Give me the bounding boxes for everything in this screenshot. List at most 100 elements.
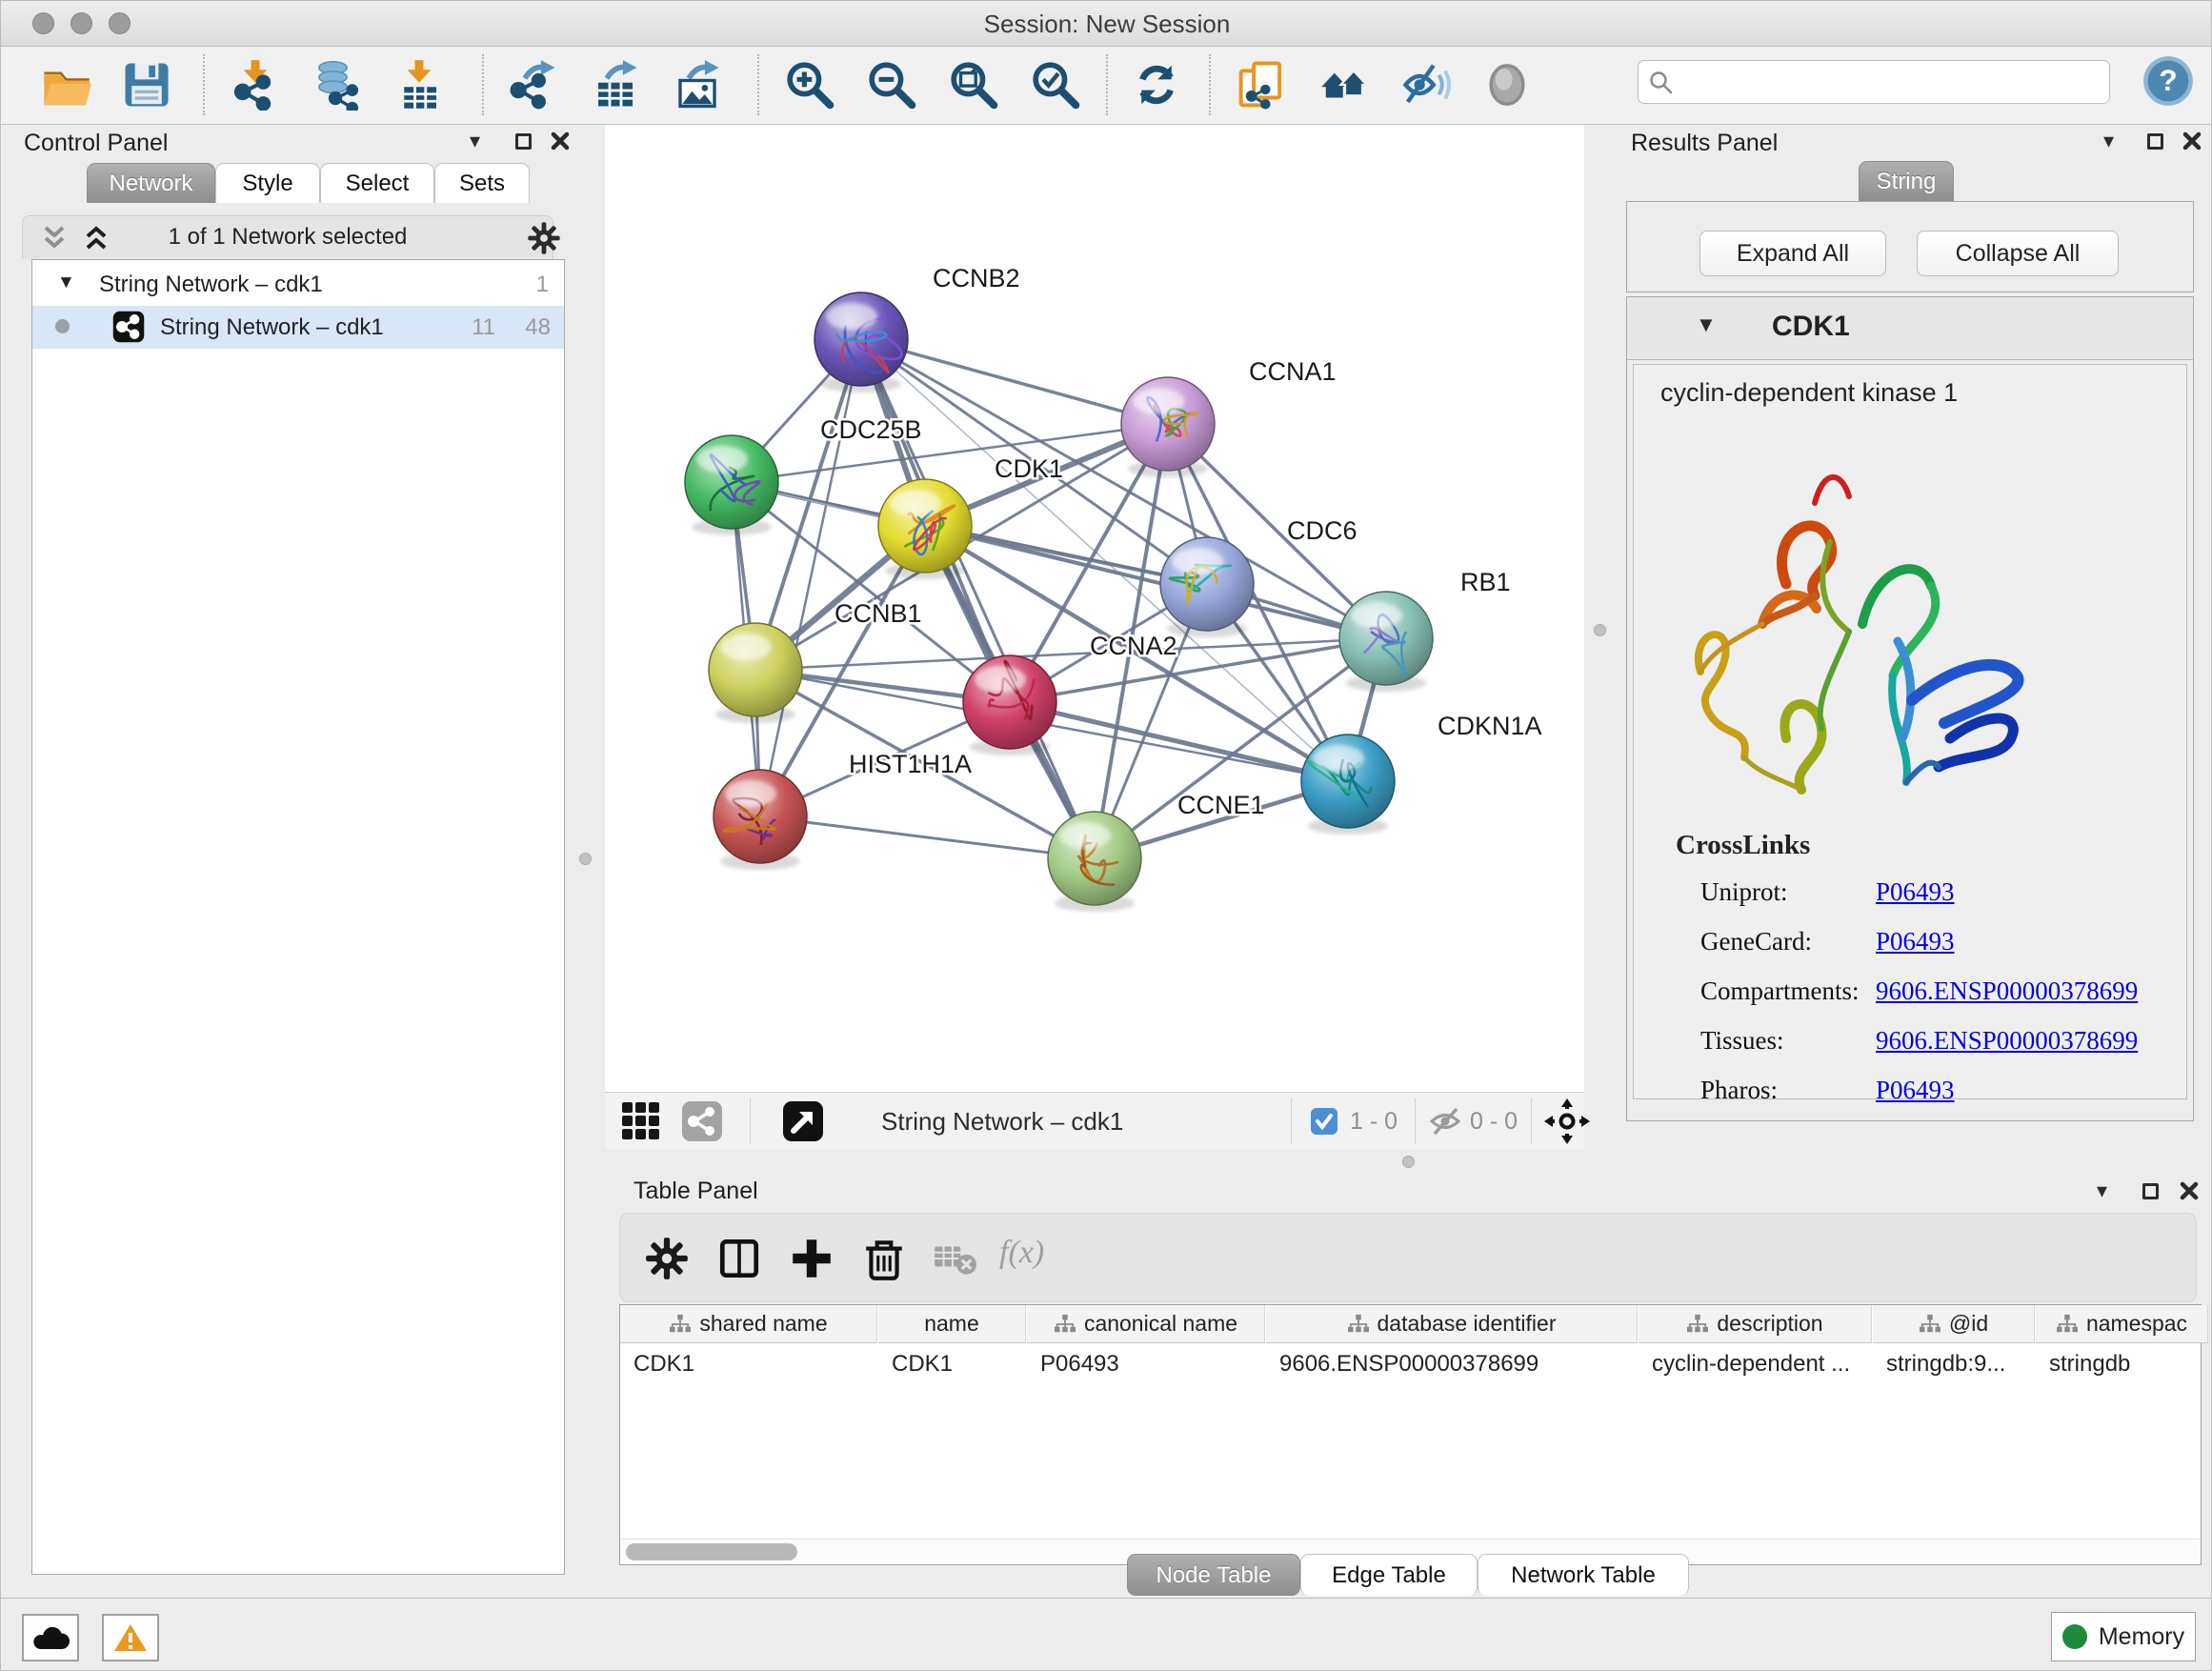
network-node-cdc25b[interactable] bbox=[685, 435, 778, 535]
scrollbar-thumb[interactable] bbox=[626, 1543, 797, 1560]
tab-network[interactable]: Network bbox=[87, 163, 215, 203]
left-splitter-grip[interactable] bbox=[579, 853, 592, 865]
right-splitter-grip[interactable] bbox=[1594, 624, 1606, 636]
bottom-splitter-grip[interactable] bbox=[1402, 1156, 1415, 1168]
help-button[interactable]: ? bbox=[2142, 55, 2194, 107]
save-session-icon[interactable] bbox=[121, 59, 172, 111]
crosslink-link[interactable]: P06493 bbox=[1876, 927, 1955, 956]
control-panel-close-icon[interactable] bbox=[550, 125, 571, 157]
table-cell[interactable]: stringdb:9... bbox=[1873, 1344, 2035, 1384]
tab-node-table[interactable]: Node Table bbox=[1127, 1554, 1300, 1596]
import-network-file-icon[interactable] bbox=[230, 59, 281, 111]
delete-table-icon[interactable] bbox=[931, 1235, 978, 1282]
collapse-gene-icon[interactable]: ▼ bbox=[1696, 312, 1717, 337]
network-node-hist1h1a[interactable] bbox=[714, 770, 807, 870]
crosslink-link[interactable]: 9606.ENSP00000378699 bbox=[1876, 1026, 2138, 1056]
fit-content-crosshair-icon[interactable] bbox=[1544, 1098, 1590, 1149]
table-panel-close-icon[interactable] bbox=[2179, 1175, 2200, 1207]
memory-button[interactable]: Memory bbox=[2051, 1612, 2196, 1661]
network-node-cdk1[interactable] bbox=[878, 479, 972, 579]
column-header-name[interactable]: name bbox=[878, 1305, 1026, 1343]
crosslink-link[interactable]: P06493 bbox=[1876, 1076, 1955, 1105]
table-cell[interactable]: stringdb bbox=[2036, 1344, 2208, 1384]
houses-icon[interactable] bbox=[1319, 59, 1371, 111]
export-image-icon[interactable] bbox=[672, 59, 723, 111]
network-share-icon[interactable] bbox=[681, 1100, 723, 1147]
titlebar: Session: New Session bbox=[1, 1, 2212, 47]
network-node-cdc6[interactable] bbox=[1160, 537, 1254, 637]
network-node-ccnb2[interactable] bbox=[814, 292, 908, 393]
crosslink-link[interactable]: 9606.ENSP00000378699 bbox=[1876, 976, 2138, 1006]
zoom-selected-icon[interactable] bbox=[1030, 59, 1081, 111]
collapse-all-button[interactable]: Collapse All bbox=[1917, 231, 2119, 276]
grid-view-icon[interactable] bbox=[620, 1100, 662, 1147]
network-options-gear-icon[interactable] bbox=[526, 220, 562, 261]
network-node-rb1[interactable] bbox=[1339, 592, 1433, 692]
zoom-out-icon[interactable] bbox=[866, 59, 917, 111]
hidden-eye-icon[interactable] bbox=[1428, 1105, 1462, 1142]
network-tree-row[interactable]: String Network – cdk1 11 48 bbox=[32, 306, 564, 349]
gene-header[interactable]: ▼ CDK1 bbox=[1627, 297, 2193, 360]
table-panel-float-icon[interactable] bbox=[2142, 1175, 2159, 1207]
zoom-in-icon[interactable] bbox=[784, 59, 835, 111]
hide-eye-icon[interactable] bbox=[1401, 59, 1453, 111]
network-tree-row[interactable]: ▼ String Network – cdk1 1 bbox=[32, 263, 564, 306]
tab-select[interactable]: Select bbox=[320, 163, 434, 203]
search-input[interactable] bbox=[1680, 65, 2100, 99]
search-box[interactable] bbox=[1638, 60, 2110, 104]
table-cell[interactable]: CDK1 bbox=[620, 1344, 877, 1384]
table-cell[interactable]: P06493 bbox=[1027, 1344, 1265, 1384]
results-panel-float-icon[interactable] bbox=[2147, 125, 2163, 157]
function-builder-icon[interactable]: f(x) bbox=[999, 1235, 1044, 1271]
table-cell[interactable]: CDK1 bbox=[878, 1344, 1026, 1384]
show-eye-icon[interactable] bbox=[1481, 59, 1533, 111]
crosslink-row: Compartments:9606.ENSP00000378699 bbox=[1634, 969, 2186, 1018]
results-panel-menu-icon[interactable]: ▾ bbox=[2103, 125, 2114, 157]
export-network-icon[interactable] bbox=[508, 59, 559, 111]
cloud-button[interactable] bbox=[22, 1614, 79, 1661]
import-network-database-icon[interactable] bbox=[312, 59, 363, 111]
import-table-file-icon[interactable] bbox=[393, 59, 445, 111]
tab-string[interactable]: String bbox=[1859, 161, 1954, 201]
zoom-fit-icon[interactable] bbox=[948, 59, 999, 111]
crosslink-row: Pharos:P06493 bbox=[1634, 1068, 2186, 1117]
clone-network-icon[interactable] bbox=[1236, 59, 1287, 111]
column-header-canonical-name[interactable]: canonical name bbox=[1027, 1305, 1265, 1343]
table-panel-menu-icon[interactable]: ▾ bbox=[2097, 1175, 2107, 1207]
warning-button[interactable] bbox=[102, 1614, 159, 1661]
column-header-description[interactable]: description bbox=[1639, 1305, 1872, 1343]
network-canvas[interactable]: CCNB2CCNA1CDC25BCDK1CDC6RB1CCNB1CCNA2CDK… bbox=[605, 125, 1584, 1092]
column-header-database-identifier[interactable]: database identifier bbox=[1266, 1305, 1638, 1343]
add-column-icon[interactable] bbox=[788, 1235, 835, 1282]
network-node-ccna1[interactable] bbox=[1121, 377, 1215, 477]
tab-edge-table[interactable]: Edge Table bbox=[1300, 1554, 1478, 1596]
column-header-shared-name[interactable]: shared name bbox=[620, 1305, 877, 1343]
show-columns-icon[interactable] bbox=[715, 1235, 763, 1282]
control-panel-menu-icon[interactable]: ▾ bbox=[470, 125, 480, 157]
table-cell[interactable]: 9606.ENSP00000378699 bbox=[1266, 1344, 1638, 1384]
expand-all-button[interactable]: Expand All bbox=[1699, 231, 1886, 276]
column-header--id[interactable]: @id bbox=[1873, 1305, 2035, 1343]
network-status-dot bbox=[55, 319, 70, 333]
crosslink-label: GeneCard: bbox=[1700, 927, 1812, 956]
network-node-cdkn1a[interactable] bbox=[1301, 735, 1395, 835]
table-cell[interactable]: cyclin-dependent ... bbox=[1639, 1344, 1872, 1384]
column-header-namespac[interactable]: namespac bbox=[2036, 1305, 2208, 1343]
tab-network-table[interactable]: Network Table bbox=[1478, 1554, 1689, 1596]
export-table-icon[interactable] bbox=[590, 59, 641, 111]
selected-checkbox-icon[interactable] bbox=[1310, 1107, 1338, 1140]
results-panel-close-icon[interactable] bbox=[2182, 125, 2202, 157]
network-node-ccne1[interactable] bbox=[1048, 812, 1141, 912]
crosslink-link[interactable]: P06493 bbox=[1876, 877, 1955, 907]
network-node-ccnb1[interactable] bbox=[709, 623, 802, 723]
open-session-icon[interactable] bbox=[41, 59, 92, 111]
tab-style[interactable]: Style bbox=[215, 163, 320, 203]
collapse-branch-icon[interactable]: ▼ bbox=[57, 272, 75, 293]
collection-count: 1 bbox=[511, 272, 549, 298]
control-panel-float-icon[interactable] bbox=[515, 125, 532, 157]
delete-column-icon[interactable] bbox=[860, 1235, 908, 1282]
refresh-icon[interactable] bbox=[1131, 59, 1182, 111]
tab-sets[interactable]: Sets bbox=[434, 163, 530, 203]
birdseye-view-icon[interactable] bbox=[782, 1100, 824, 1147]
table-settings-gear-icon[interactable] bbox=[643, 1235, 691, 1282]
